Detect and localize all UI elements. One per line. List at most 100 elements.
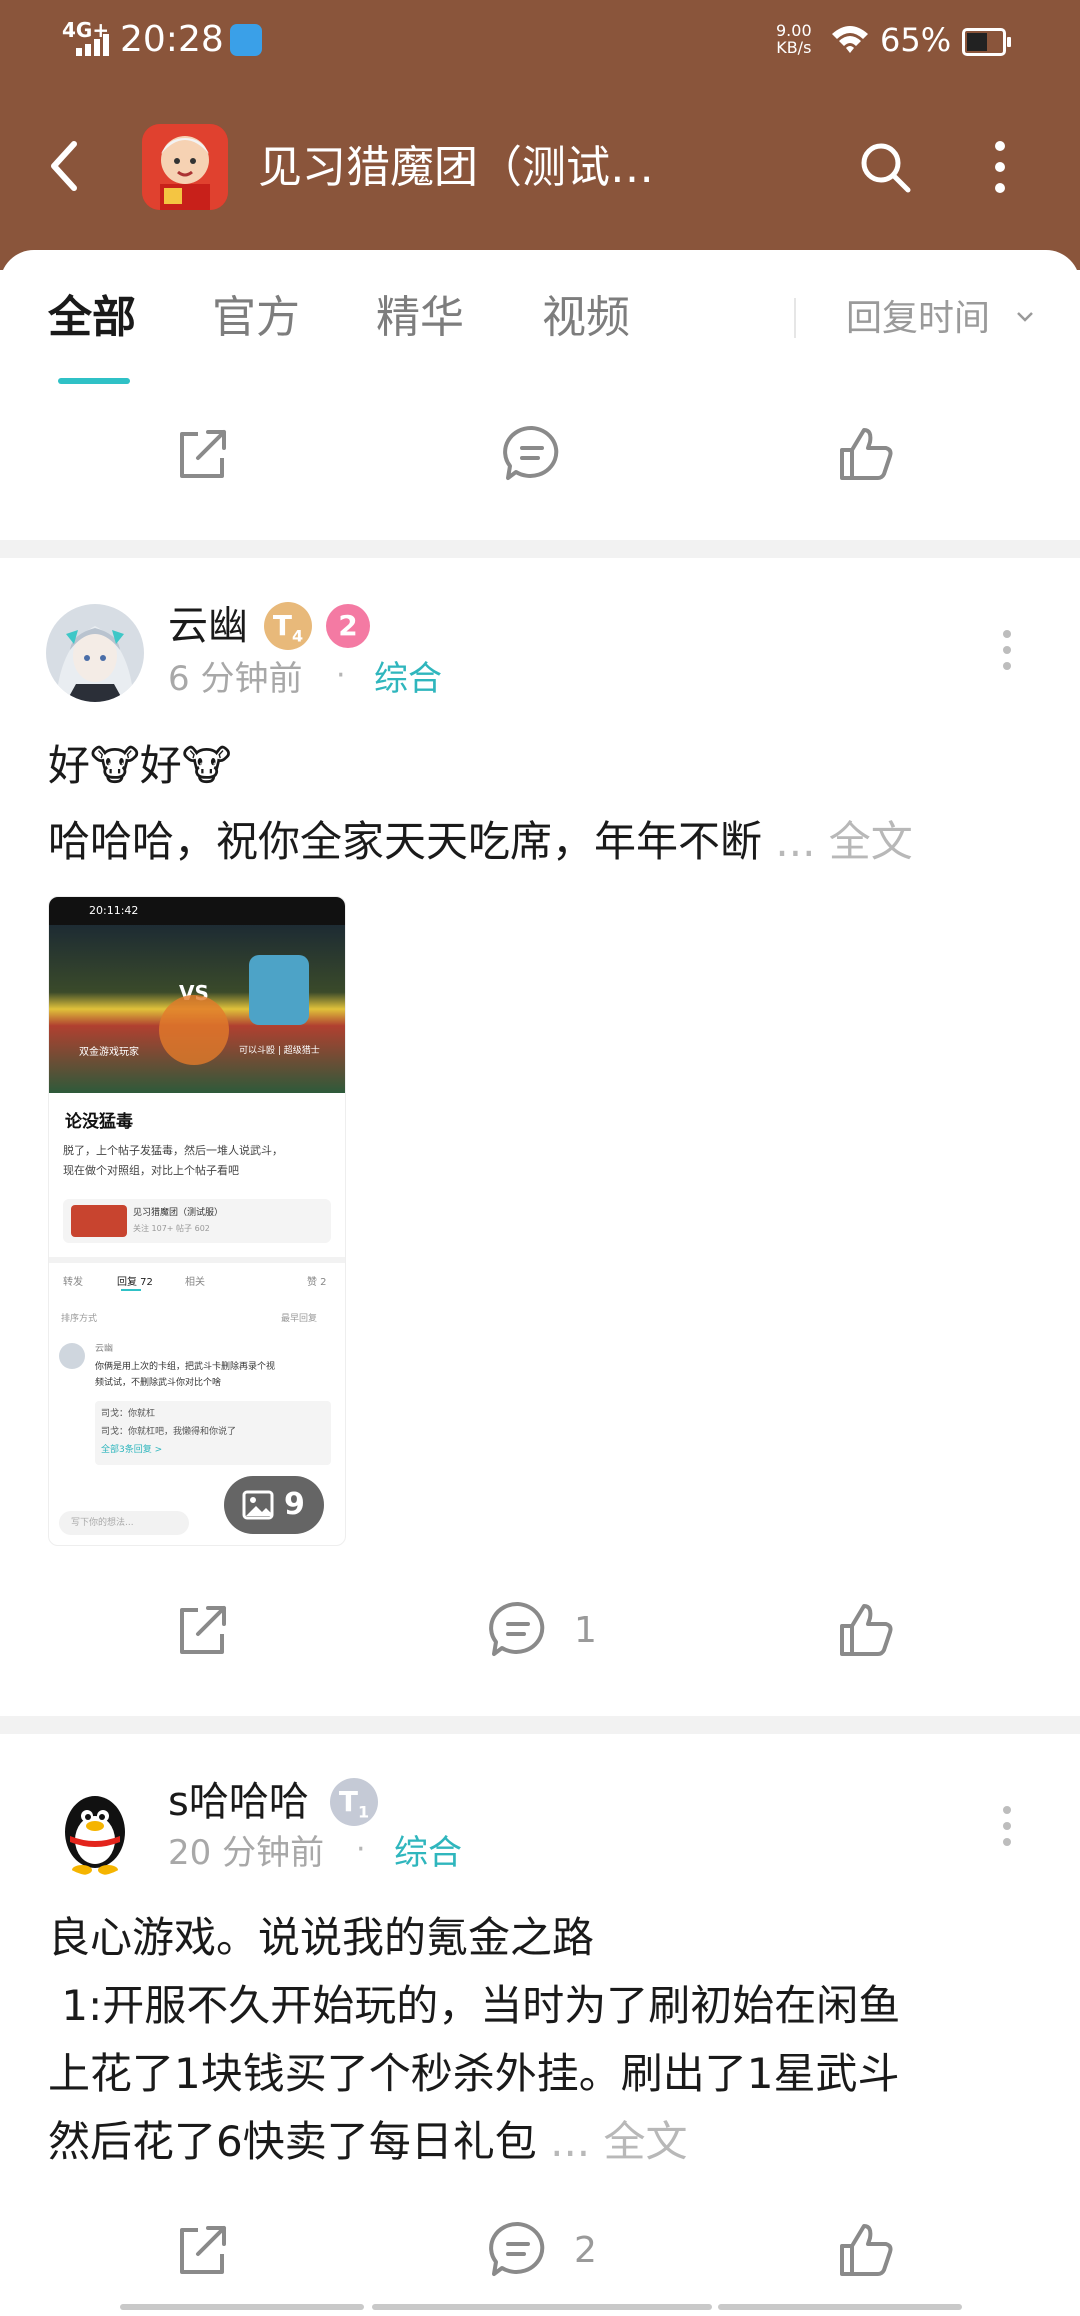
image-count: 9	[284, 1487, 305, 1522]
post-title[interactable]: 好🐮好🐮	[48, 732, 231, 800]
comment-count: 2	[574, 2230, 597, 2271]
post-separator	[0, 540, 1080, 558]
thumb-comment-user: 云幽	[95, 1344, 114, 1354]
thumb-forum-card: 见习猎魔团（测试服） 关注 107+ 帖子 602	[63, 1199, 331, 1243]
battery-icon	[962, 28, 1011, 56]
post-separator	[0, 1716, 1080, 1734]
thumb-body-line: 脱了，上个帖子发猛毒，然后一堆人说武斗，	[63, 1144, 283, 1157]
tab-official[interactable]: 官方	[212, 288, 300, 348]
status-bar: 4G+ 20:28 9.00 KB/s 65%	[0, 0, 1080, 80]
thumbs-up-icon	[840, 2224, 893, 2276]
share-button[interactable]	[170, 422, 240, 492]
tab-all[interactable]: 全部	[48, 288, 136, 348]
meta-separator: ·	[356, 1832, 366, 1867]
thumb-forum-icon	[71, 1205, 127, 1237]
thumbs-up-icon	[840, 428, 893, 480]
speed-unit: KB/s	[776, 38, 812, 57]
post-excerpt-text: 哈哈哈，祝你全家天天吃席，年年不断	[48, 817, 763, 866]
share-button[interactable]	[170, 1598, 240, 1668]
tab-video[interactable]: 视频	[542, 288, 630, 348]
thumb-tab: 相关	[185, 1277, 205, 1288]
thumb-comment-line: 你俩是用上次的卡组，把武斗卡删除再录个视	[95, 1362, 276, 1372]
signal-icon	[76, 34, 109, 56]
comment-button[interactable]	[486, 1598, 556, 1668]
tab-featured[interactable]: 精华	[376, 288, 464, 348]
comment-icon	[503, 425, 559, 480]
post-excerpt-text: 然后花了6快卖了每日礼包	[48, 2117, 537, 2166]
post-more-icon[interactable]	[1002, 1806, 1012, 1846]
thumb-replies: 司戈：你就杠 司戈：你就杠吧，我懒得和你说了 全部3条回复 >	[95, 1401, 331, 1465]
thumb-monster	[249, 955, 309, 1025]
post-excerpt[interactable]: 哈哈哈，祝你全家天天吃席，年年不断 ... 全文	[48, 808, 913, 876]
thumb-status-bar: 20:11:42	[49, 897, 345, 925]
avatar[interactable]	[46, 1778, 144, 1876]
thumb-card-name: 见习猎魔团（测试服）	[133, 1208, 224, 1218]
thumb-comment-line: 频试试，不删除武斗你对比个啥	[95, 1378, 222, 1388]
title-badge-letter: T	[338, 1785, 358, 1818]
post-category[interactable]: 综合	[374, 656, 442, 702]
thumb-body-line: 现在做个对照组，对比上个帖子看吧	[63, 1164, 239, 1177]
avatar[interactable]	[46, 604, 144, 702]
thumb-reply: 司戈：你就杠吧，我懒得和你说了	[101, 1427, 237, 1437]
share-icon	[180, 1606, 226, 1654]
image-count-badge[interactable]: 9	[224, 1476, 324, 1534]
active-tab-indicator	[58, 378, 130, 384]
username[interactable]: s哈哈哈	[168, 1776, 309, 1828]
thumb-sort-value: 最早回复	[281, 1314, 318, 1324]
chevron-down-icon[interactable]	[1016, 310, 1034, 324]
post-time: 20 分钟前	[168, 1833, 325, 1873]
thumb-game-scene: VS 双金游戏玩家 可以斗殴 | 超级猎士	[49, 925, 345, 1093]
thumb-right-name: 可以斗殴 | 超级猎士	[239, 1046, 320, 1056]
post-category[interactable]: 综合	[394, 1830, 462, 1876]
username[interactable]: 云幽	[168, 600, 248, 652]
share-icon	[180, 2226, 226, 2274]
thumb-divider	[49, 1257, 345, 1263]
post-excerpt-line[interactable]: 上花了1块钱买了个秒杀外挂。刷出了1星武斗	[48, 2040, 899, 2108]
gesture-bar	[372, 2304, 712, 2310]
tab-divider	[794, 298, 796, 338]
thumb-comment-text: 你俩是用上次的卡组，把武斗卡删除再录个视 频试试，不删除武斗你对比个啥	[95, 1359, 275, 1391]
level-badge: 2	[326, 604, 370, 648]
post-title[interactable]: 良心游戏。说说我的氪金之路	[48, 1904, 594, 1972]
thumb-input: 写下你的想法...	[59, 1511, 189, 1535]
thumb-card-meta: 关注 107+ 帖子 602	[133, 1224, 210, 1233]
gesture-bar	[120, 2304, 364, 2310]
full-text-link[interactable]: ... 全文	[550, 2117, 687, 2166]
post-more-icon[interactable]	[1002, 630, 1012, 670]
notification-app-icon	[230, 24, 262, 56]
user-avatar-image	[46, 604, 144, 702]
gesture-bar	[718, 2304, 962, 2310]
thumb-tab: 回复 72	[117, 1277, 153, 1288]
thumb-time: 20:11:42	[89, 904, 139, 917]
game-character-icon	[142, 124, 228, 210]
thumb-body: 脱了，上个帖子发猛毒，然后一堆人说武斗， 现在做个对照组，对比上个帖子看吧	[63, 1141, 283, 1181]
more-options-icon[interactable]	[992, 140, 1008, 194]
post-excerpt-line[interactable]: 然后花了6快卖了每日礼包 ... 全文	[48, 2108, 688, 2176]
comment-count: 1	[574, 1610, 597, 1651]
search-icon[interactable]	[856, 138, 916, 198]
back-arrow-icon[interactable]	[44, 136, 84, 196]
like-button[interactable]	[834, 2218, 904, 2288]
post-image[interactable]: 20:11:42 VS 双金游戏玩家 可以斗殴 | 超级猎士 论没猛毒 脱了，上…	[48, 896, 346, 1546]
title-badge-level: 1	[357, 1802, 370, 1822]
share-button[interactable]	[170, 2218, 240, 2288]
thumb-all-replies: 全部3条回复 >	[101, 1445, 163, 1455]
full-text-link[interactable]: ... 全文	[775, 817, 912, 866]
qq-penguin-avatar	[46, 1778, 144, 1876]
comment-button[interactable]	[486, 2218, 556, 2288]
thumb-reply: 司戈：你就杠	[101, 1409, 156, 1419]
comment-icon	[489, 1601, 545, 1656]
game-app-icon[interactable]	[142, 124, 228, 210]
meta-separator: ·	[336, 658, 346, 693]
like-button[interactable]	[834, 422, 904, 492]
post-excerpt-line[interactable]: 1:开服不久开始玩的，当时为了刷初始在闲鱼	[48, 1972, 900, 2040]
like-button[interactable]	[834, 1598, 904, 1668]
thumb-tab: 转发	[63, 1277, 83, 1288]
comment-button[interactable]	[500, 422, 570, 492]
post-actions: 1	[0, 1598, 1080, 1668]
sort-selector[interactable]: 回复时间	[846, 294, 990, 344]
wifi-icon	[832, 26, 868, 53]
speed-value: 9.00	[776, 21, 812, 40]
title-badge: T1	[330, 1778, 378, 1826]
title-badge-level: 4	[291, 626, 304, 646]
